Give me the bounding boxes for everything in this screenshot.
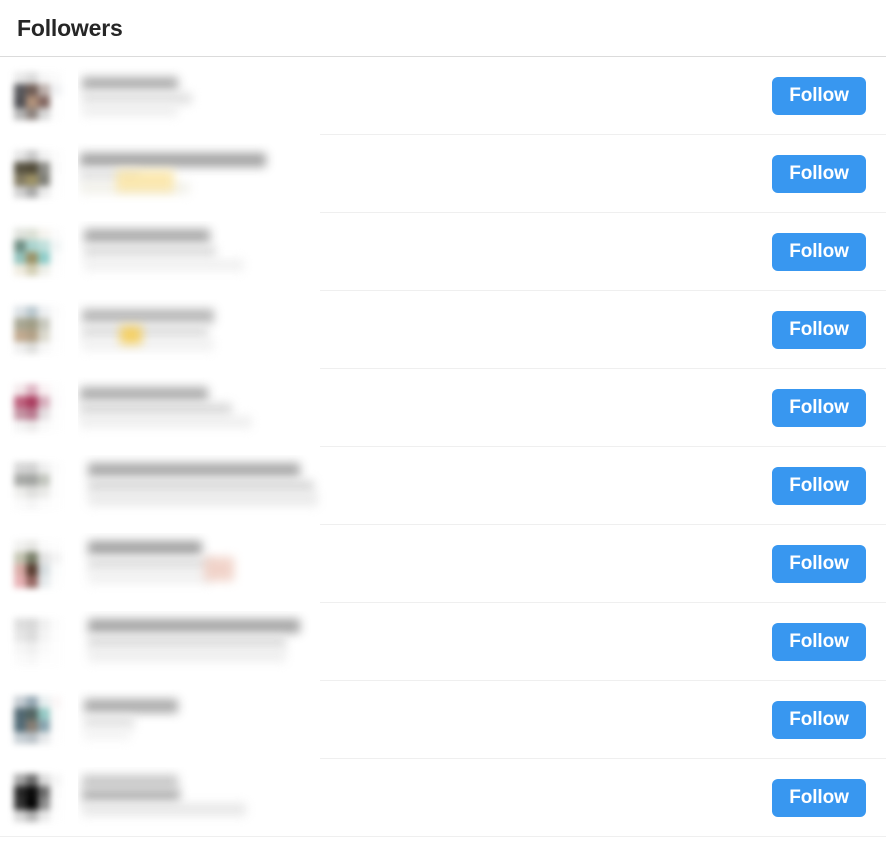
avatar[interactable] <box>14 150 62 198</box>
follower-meta <box>78 221 772 283</box>
follower-username-redacted <box>84 229 210 243</box>
follow-button[interactable]: Follow <box>772 233 866 271</box>
follow-button[interactable]: Follow <box>772 467 866 505</box>
follower-username-redacted <box>82 77 178 90</box>
follower-detail-redacted <box>82 106 178 116</box>
follow-button[interactable]: Follow <box>772 389 866 427</box>
follower-username-redacted <box>88 463 300 477</box>
follower-username-redacted <box>80 387 208 401</box>
follower-fullname-redacted <box>80 403 232 416</box>
follower-username-redacted <box>84 699 178 713</box>
avatar[interactable] <box>14 228 62 276</box>
follow-button[interactable]: Follow <box>772 311 866 349</box>
avatar[interactable] <box>14 540 62 588</box>
follower-meta <box>78 533 772 595</box>
follower-meta <box>78 299 772 361</box>
follower-meta <box>78 65 772 127</box>
follow-button[interactable]: Follow <box>772 155 866 193</box>
follower-row[interactable]: Follow <box>0 213 886 291</box>
followers-list[interactable]: Follow Follow Follow Follow Follow Follow Foll… <box>0 57 886 837</box>
follower-detail-redacted <box>82 803 246 816</box>
follower-fullname-redacted <box>88 480 314 493</box>
follow-button[interactable]: Follow <box>772 779 866 817</box>
follower-accent-redacted <box>116 170 174 192</box>
follower-accent-redacted <box>204 557 234 581</box>
follower-detail-redacted <box>88 493 318 506</box>
avatar[interactable] <box>14 306 62 354</box>
follower-row[interactable]: Follow <box>0 369 886 447</box>
follower-detail-redacted <box>88 571 212 584</box>
follower-detail-redacted <box>82 339 214 351</box>
avatar[interactable] <box>14 384 62 432</box>
follower-username-redacted <box>82 775 178 788</box>
follower-meta <box>78 143 772 205</box>
follower-username-redacted <box>88 619 300 633</box>
follower-row[interactable]: Follow <box>0 681 886 759</box>
follower-meta <box>78 377 772 439</box>
follower-detail-redacted <box>84 729 130 740</box>
follower-detail-redacted <box>80 416 252 428</box>
follower-fullname-redacted <box>88 558 212 571</box>
follower-row[interactable]: Follow <box>0 57 886 135</box>
follower-fullname-redacted <box>82 93 192 104</box>
avatar[interactable] <box>14 618 62 666</box>
avatar[interactable] <box>14 774 62 822</box>
follower-username-redacted <box>88 541 202 555</box>
follow-button[interactable]: Follow <box>772 77 866 115</box>
follower-row[interactable]: Follow <box>0 525 886 603</box>
follower-row[interactable]: Follow <box>0 759 886 837</box>
avatar[interactable] <box>14 696 62 744</box>
avatar[interactable] <box>14 462 62 510</box>
page-title: Followers <box>17 14 123 41</box>
follower-accent-redacted <box>120 326 142 344</box>
follower-fullname-redacted <box>84 716 134 729</box>
follower-meta <box>78 767 772 829</box>
follower-meta <box>78 611 772 673</box>
follow-button[interactable]: Follow <box>772 545 866 583</box>
follow-button[interactable]: Follow <box>772 623 866 661</box>
follower-username-redacted <box>82 309 214 323</box>
follow-button[interactable]: Follow <box>772 701 866 739</box>
follower-row[interactable]: Follow <box>0 291 886 369</box>
follower-row[interactable]: Follow <box>0 603 886 681</box>
followers-panel: Followers Follow Follow Follow Follow Follow… <box>0 0 886 854</box>
follower-detail-redacted <box>84 259 244 271</box>
follower-fullname-redacted <box>84 246 216 258</box>
follower-row[interactable]: Follow <box>0 447 886 525</box>
follower-row[interactable]: Follow <box>0 135 886 213</box>
follower-fullname-redacted <box>82 326 208 339</box>
follower-detail-redacted <box>88 649 286 662</box>
panel-header: Followers <box>0 0 886 57</box>
follower-fullname-redacted <box>88 636 286 649</box>
follower-fullname-redacted <box>82 789 180 802</box>
follower-username-redacted <box>80 153 266 167</box>
follower-meta <box>78 689 772 751</box>
follower-meta <box>78 455 772 517</box>
avatar[interactable] <box>14 72 62 120</box>
